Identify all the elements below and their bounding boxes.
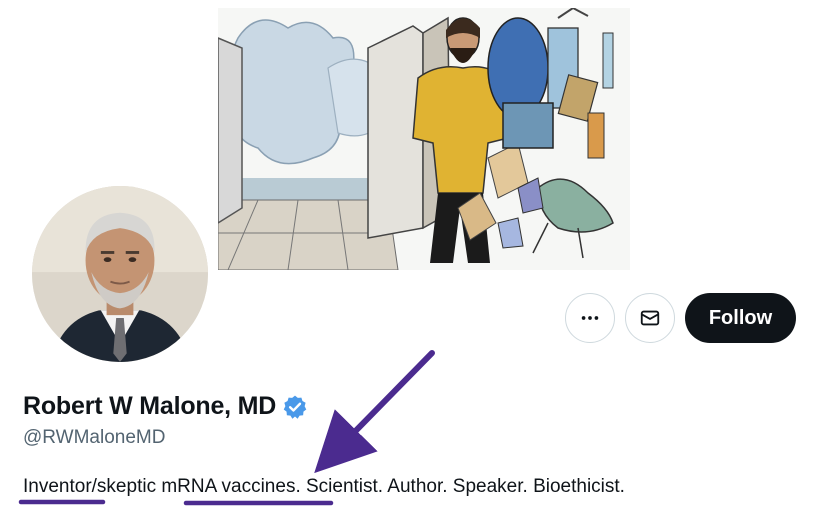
follow-button[interactable]: Follow bbox=[685, 293, 796, 343]
more-horizontal-icon bbox=[581, 316, 599, 320]
profile-name-row: Robert W Malone, MD bbox=[23, 392, 308, 421]
annotation-arrow bbox=[314, 350, 435, 474]
avatar[interactable] bbox=[28, 182, 212, 366]
profile-banner[interactable] bbox=[218, 8, 630, 270]
envelope-icon bbox=[640, 310, 660, 326]
display-name: Robert W Malone, MD bbox=[23, 392, 277, 420]
verified-badge-icon[interactable] bbox=[282, 394, 308, 420]
handle: @RWMaloneMD bbox=[23, 427, 166, 448]
profile-actions: Follow bbox=[565, 293, 796, 343]
profile-bio: Inventor/skeptic mRNA vaccines. Scientis… bbox=[23, 476, 625, 497]
more-button[interactable] bbox=[565, 293, 615, 343]
message-button[interactable] bbox=[625, 293, 675, 343]
